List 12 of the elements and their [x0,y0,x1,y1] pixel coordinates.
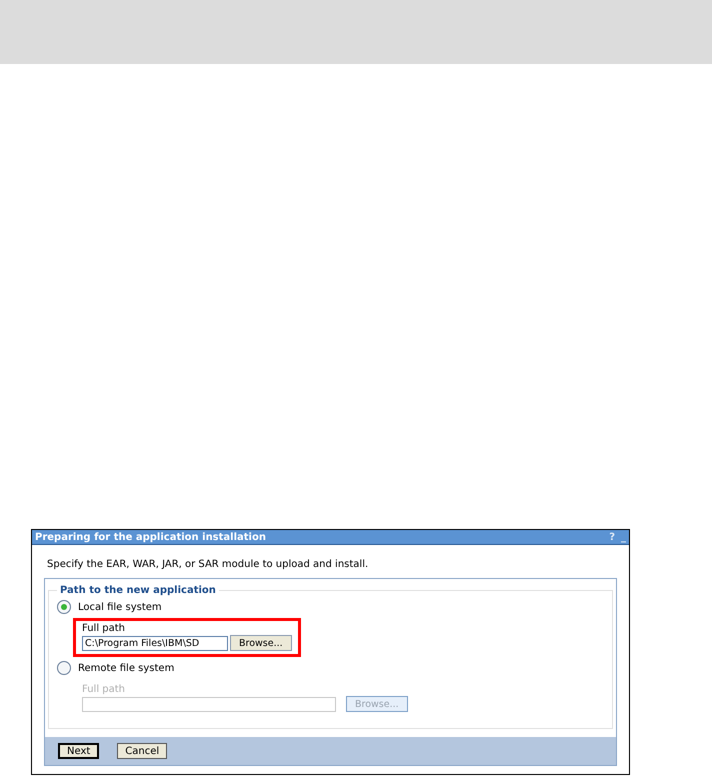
instruction-text: Specify the EAR, WAR, JAR, or SAR module to upload and install. [47,559,370,570]
radio-button[interactable] [57,600,71,614]
field-label: Full path [82,684,126,695]
group-legend: Path to the new application [57,585,219,596]
window-title: Preparing for the application installation [35,532,266,542]
dialog-button[interactable]: Cancel [117,743,168,759]
browse-button[interactable]: Browse... [230,635,292,651]
option-label: Local file system [78,602,162,612]
path-input-field[interactable]: C:\Program Files\IBM\SD [82,636,228,650]
option-label: Remote file system [78,662,174,674]
dialog-button[interactable]: Next [58,743,100,759]
field-label: Full path [82,623,126,634]
